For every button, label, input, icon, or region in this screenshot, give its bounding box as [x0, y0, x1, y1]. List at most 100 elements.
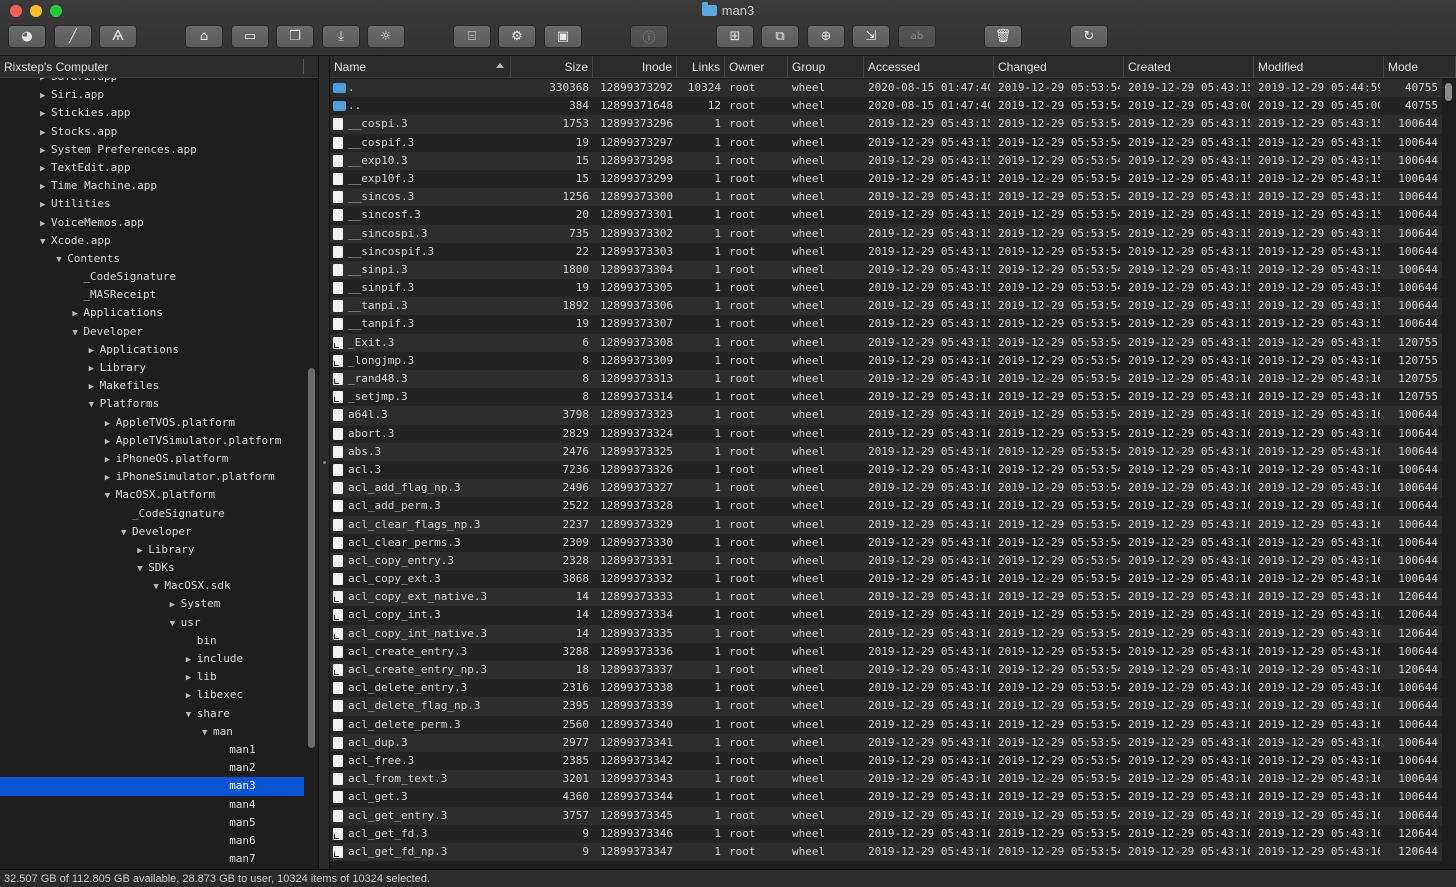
tree-item[interactable]: ▶ System Preferences.app	[0, 141, 318, 159]
disclosure-open-icon[interactable]: ▼	[153, 578, 164, 596]
app-store-button[interactable]: Ѧ	[99, 25, 137, 48]
download-button[interactable]: ⤓	[322, 25, 360, 48]
table-scroll-thumb[interactable]	[1445, 83, 1452, 101]
column-header-modified[interactable]: Modified	[1254, 56, 1384, 78]
column-header-links[interactable]: Links	[677, 56, 725, 78]
disclosure-closed-icon[interactable]: ▶	[105, 415, 116, 433]
tree-item[interactable]: ▼ Xcode.app	[0, 232, 318, 250]
disclosure-open-icon[interactable]: ▼	[105, 487, 116, 505]
column-header-size[interactable]: Size	[511, 56, 593, 78]
splitter-handle[interactable]	[323, 461, 326, 464]
disclosure-closed-icon[interactable]: ▶	[89, 342, 100, 360]
table-row[interactable]: acl_copy_entry.3 2328 12899373331 1 root whee…	[330, 551, 1442, 571]
tree-item[interactable]: ▶ System	[0, 595, 318, 613]
disclosure-closed-icon[interactable]: ▶	[40, 160, 51, 178]
table-row[interactable]: a64l.3 3798 12899373323 1 root wheel 2019-12-2…	[330, 406, 1442, 425]
column-header-accessed[interactable]: Accessed	[864, 56, 994, 78]
tree-item[interactable]: ▼ usr	[0, 614, 318, 632]
column-header-owner[interactable]: Owner	[725, 56, 788, 78]
table-row[interactable]: _longjmp.3 8 12899373309 1 root wheel 2019-12-…	[330, 351, 1442, 370]
tree-item[interactable]: ▼ SDKs	[0, 559, 318, 577]
tree-item[interactable]: man4	[0, 796, 318, 814]
table-row[interactable]: acl_create_entry_np.3 18 12899373337 1 root w…	[330, 661, 1442, 680]
column-header-created[interactable]: Created	[1124, 56, 1254, 78]
tree-item[interactable]: ▶ Stickies.app	[0, 104, 318, 122]
tree-item[interactable]: _MASReceipt	[0, 286, 318, 304]
table-row[interactable]: __cospif.3 19 12899373297 1 root wheel 2019-12…	[330, 133, 1442, 152]
disclosure-closed-icon[interactable]: ▶	[40, 178, 51, 196]
tree-item[interactable]: ▶ lib	[0, 668, 318, 686]
tree-item[interactable]: ▶ Library	[0, 359, 318, 377]
disclosure-open-icon[interactable]: ▼	[40, 233, 51, 251]
tree-item[interactable]: ▶ TextEdit.app	[0, 159, 318, 177]
table-row[interactable]: __sinpi.3 1800 12899373304 1 root wheel 2019-1…	[330, 260, 1442, 280]
tree-item[interactable]: ▼ man	[0, 723, 318, 741]
table-body[interactable]: . 330368 12899373292 10324 root wheel 2020-08-…	[330, 79, 1442, 862]
copy-button[interactable]: ❐	[276, 25, 314, 48]
table-row[interactable]: __cospi.3 1753 12899373296 1 root wheel 2019-1…	[330, 115, 1442, 134]
tree-item[interactable]: man7	[0, 850, 318, 868]
disclosure-closed-icon[interactable]: ▶	[40, 105, 51, 123]
disclosure-closed-icon[interactable]: ▶	[137, 542, 148, 560]
disclosure-closed-icon[interactable]: ▶	[40, 124, 51, 142]
new-folder-button[interactable]: ⊕	[807, 25, 845, 48]
table-row[interactable]: . 330368 12899373292 10324 root wheel 2020-08-…	[330, 79, 1442, 98]
table-row[interactable]: acl_clear_perms.3 2309 12899373330 1 root whe…	[330, 533, 1442, 552]
table-row[interactable]: acl_get.3 4360 12899373344 1 root wheel 2019-1…	[330, 788, 1442, 807]
tree-item[interactable]: man3	[0, 777, 304, 796]
tree-item[interactable]: ▶ VoiceMemos.app	[0, 214, 318, 232]
tree-item[interactable]: man2	[0, 759, 318, 777]
disclosure-closed-icon[interactable]: ▶	[105, 469, 116, 487]
folder-tree[interactable]: ▶Safari.app▶Siri.app▶Stickies.app▶Stocks…	[0, 78, 318, 869]
table-row[interactable]: abs.3 2476 12899373325 1 root wheel 2019-12-29…	[330, 442, 1442, 461]
disclosure-open-icon[interactable]: ▼	[89, 396, 100, 414]
table-row[interactable]: __exp10.3 15 12899373298 1 root wheel 2019-12-…	[330, 151, 1442, 170]
disclosure-closed-icon[interactable]: ▶	[40, 87, 51, 105]
home-button[interactable]: ⌂	[185, 25, 223, 48]
table-row[interactable]: acl_dup.3 2977 12899373341 1 root wheel 2019-1…	[330, 733, 1442, 752]
sun-button[interactable]: ☼	[367, 25, 405, 48]
column-header-inode[interactable]: Inode	[593, 56, 677, 78]
disclosure-closed-icon[interactable]: ▶	[40, 142, 51, 160]
column-header-name[interactable]: Name	[330, 56, 511, 78]
bank-button[interactable]: ⌸	[453, 25, 491, 48]
table-row[interactable]: __sincosf.3 20 12899373301 1 root wheel 2019-1…	[330, 206, 1442, 225]
disclosure-closed-icon[interactable]: ▶	[105, 451, 116, 469]
table-row[interactable]: __tanpif.3 19 12899373307 1 root wheel 2019-12…	[330, 315, 1442, 334]
tree-item[interactable]: ▶ AppleTVSimulator.platform	[0, 432, 318, 450]
tree-item[interactable]: ▼ share	[0, 705, 318, 723]
column-header-mode[interactable]: Mode	[1384, 56, 1456, 78]
move-button[interactable]: ⇲	[852, 25, 890, 48]
tree-item[interactable]: ▶ include	[0, 650, 318, 668]
globe-button[interactable]: ◕	[8, 25, 46, 48]
refresh-button[interactable]: ↻	[1070, 25, 1108, 48]
tree-item[interactable]: ▼ MacOSX.sdk	[0, 577, 318, 595]
tree-item[interactable]: ▼ Developer	[0, 323, 318, 341]
sidebar-scroll-thumb[interactable]	[308, 368, 315, 748]
tree-item[interactable]: _CodeSignature	[0, 505, 318, 523]
disclosure-open-icon[interactable]: ▼	[121, 524, 132, 542]
table-row[interactable]: __tanpi.3 1892 12899373306 1 root wheel 2019-1…	[330, 297, 1442, 316]
disclosure-closed-icon[interactable]: ▶	[40, 215, 51, 233]
table-row[interactable]: acl_create_entry.3 3288 12899373336 1 root wh…	[330, 642, 1442, 661]
window-button[interactable]: ▭	[231, 25, 269, 48]
table-row[interactable]: acl_delete_perm.3 2560 12899373340 1 root whe…	[330, 715, 1442, 734]
tree-item[interactable]: ▼ Platforms	[0, 395, 318, 413]
column-header-group[interactable]: Group	[788, 56, 864, 78]
disclosure-open-icon[interactable]: ▼	[186, 706, 197, 724]
table-row[interactable]: _setjmp.3 8 12899373314 1 root wheel 2019-12-2…	[330, 388, 1442, 407]
table-row[interactable]: acl_copy_ext_native.3 14 12899373333 1 root w…	[330, 588, 1442, 607]
table-row[interactable]: acl_get_fd_np.3 9 12899373347 1 root wheel 201…	[330, 842, 1442, 862]
table-row[interactable]: acl_free.3 2385 12899373342 1 root wheel 2019-…	[330, 751, 1442, 771]
tree-item[interactable]: ▶ Applications	[0, 341, 318, 359]
table-row[interactable]: acl_delete_flag_np.3 2395 12899373339 1 root…	[330, 697, 1442, 716]
disclosure-open-icon[interactable]: ▼	[170, 615, 181, 633]
slash-button[interactable]: ╱	[54, 25, 92, 48]
table-row[interactable]: acl_get_fd.3 9 12899373346 1 root wheel 2019-1…	[330, 824, 1442, 843]
new-tab-button[interactable]: ⊞	[716, 25, 754, 48]
table-row[interactable]: acl_clear_flags_np.3 2237 12899373329 1 root…	[330, 515, 1442, 534]
tree-item[interactable]: _CodeSignature	[0, 268, 318, 286]
pane-splitter[interactable]	[318, 56, 330, 869]
table-scrollbar[interactable]	[1442, 79, 1456, 869]
table-row[interactable]: acl_copy_int.3 14 12899373334 1 root wheel 201…	[330, 606, 1442, 625]
